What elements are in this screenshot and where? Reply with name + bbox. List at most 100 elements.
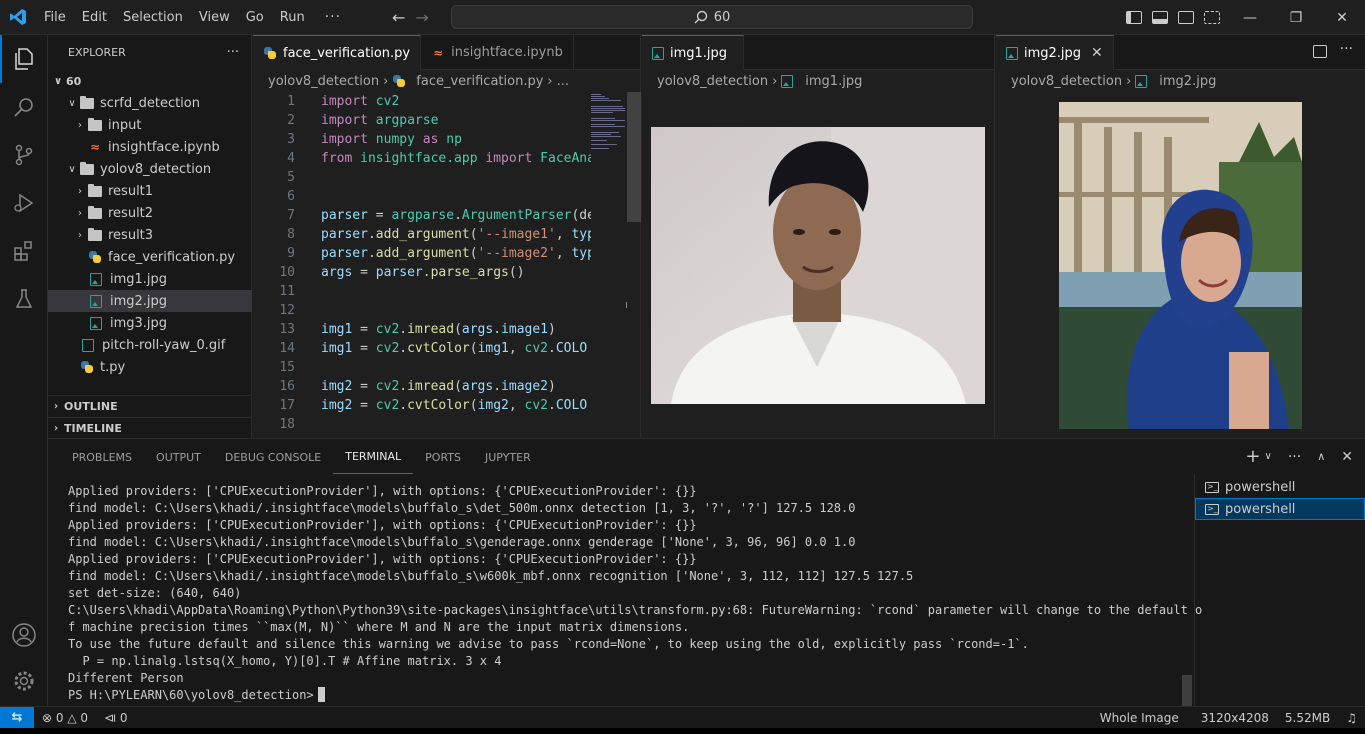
- customize-layout-icon[interactable]: [1204, 11, 1220, 24]
- tab-ports[interactable]: PORTS: [413, 439, 473, 474]
- tab-problems[interactable]: PROBLEMS: [60, 439, 144, 474]
- code-line[interactable]: 5: [253, 168, 640, 187]
- editor-vertical-scrollbar[interactable]: [627, 92, 641, 222]
- tree-file-img2[interactable]: img2.jpg: [48, 290, 252, 312]
- image-dimensions-status[interactable]: 3120x4208: [1193, 711, 1277, 725]
- toggle-primary-sidebar-icon[interactable]: [1126, 11, 1142, 24]
- testing-flask-icon[interactable]: [0, 275, 48, 323]
- code-line[interactable]: 14 img1 = cv2.cvtColor(img1, cv2.COLO: [253, 339, 640, 358]
- maximize-panel-icon[interactable]: ∧: [1317, 450, 1325, 463]
- tab-face-verification[interactable]: face_verification.py: [253, 35, 422, 70]
- tree-folder-result1[interactable]: › result1: [48, 180, 252, 202]
- tree-folder-result3[interactable]: › result3: [48, 224, 252, 246]
- menu-edit[interactable]: Edit: [74, 0, 115, 35]
- terminal-scrollbar[interactable]: [1182, 675, 1192, 707]
- minimap[interactable]: [591, 92, 627, 438]
- tree-root-folder[interactable]: ∨ 60: [48, 70, 252, 92]
- tab-terminal[interactable]: TERMINAL: [333, 439, 414, 474]
- minimize-icon[interactable]: —: [1227, 0, 1273, 35]
- extensions-icon[interactable]: [0, 227, 48, 275]
- forward-arrow-icon[interactable]: →: [415, 8, 428, 27]
- breadcrumb-more[interactable]: ...: [557, 74, 569, 89]
- tree-folder-yolov8[interactable]: ∨ yolov8_detection: [48, 158, 252, 180]
- menu-more-button[interactable]: ···: [313, 0, 353, 35]
- code-editor[interactable]: 1 import cv2 2 import argparse 3 import numpy…: [253, 92, 640, 438]
- code-line[interactable]: 15: [253, 358, 640, 377]
- close-window-icon[interactable]: ✕: [1319, 0, 1365, 35]
- run-debug-icon[interactable]: [0, 179, 48, 227]
- terminal-output[interactable]: Applied providers: ['CPUExecutionProvide…: [68, 483, 1202, 704]
- tree-file-t-py[interactable]: t.py: [48, 356, 252, 378]
- explorer-more-button[interactable]: ···: [227, 45, 239, 60]
- close-tab-icon[interactable]: ✕: [1091, 45, 1103, 61]
- breadcrumb-file[interactable]: img1.jpg: [805, 74, 862, 89]
- toggle-secondary-sidebar-icon[interactable]: [1178, 11, 1194, 24]
- code-line[interactable]: 18: [253, 415, 640, 434]
- terminal-instance-2[interactable]: >_ powershell: [1195, 498, 1365, 520]
- tree-file-insightface-ipynb[interactable]: ≈ insightface.ipynb: [48, 136, 252, 158]
- code-line[interactable]: 10 args = parser.parse_args(): [253, 263, 640, 282]
- tab-insightface-ipynb[interactable]: ≈ insightface.ipynb: [421, 35, 574, 70]
- terminal-instance-1[interactable]: >_ powershell: [1195, 476, 1365, 498]
- code-line[interactable]: 13 img1 = cv2.imread(args.image1): [253, 320, 640, 339]
- code-line[interactable]: 8 parser.add_argument('--image1', typ: [253, 225, 640, 244]
- code-line[interactable]: 7 parser = argparse.ArgumentParser(de: [253, 206, 640, 225]
- code-line[interactable]: 9 parser.add_argument('--image2', typ: [253, 244, 640, 263]
- split-editor-icon[interactable]: [1313, 45, 1327, 58]
- image-size-status[interactable]: 5.52MB: [1277, 711, 1338, 725]
- tree-folder-input[interactable]: › input: [48, 114, 252, 136]
- explorer-icon[interactable]: [0, 35, 48, 83]
- breadcrumb-file[interactable]: img2.jpg: [1159, 74, 1216, 89]
- settings-gear-icon[interactable]: [0, 657, 48, 705]
- tree-folder-result2[interactable]: › result2: [48, 202, 252, 224]
- image-preview-woman[interactable]: [1059, 102, 1302, 429]
- tree-file-gif[interactable]: pitch-roll-yaw_0.gif: [48, 334, 252, 356]
- notifications-bell-icon[interactable]: ♫: [1338, 711, 1365, 725]
- account-icon[interactable]: [0, 611, 48, 659]
- more-actions-icon[interactable]: ···: [1340, 41, 1353, 57]
- tree-file-img3[interactable]: img3.jpg: [48, 312, 252, 334]
- code-line[interactable]: 16 img2 = cv2.imread(args.image2): [253, 377, 640, 396]
- tree-file-face-verification[interactable]: face_verification.py: [48, 246, 252, 268]
- timeline-section[interactable]: › TIMELINE: [48, 417, 252, 439]
- code-line[interactable]: 1 import cv2: [253, 92, 640, 111]
- code-line[interactable]: 12: [253, 301, 640, 320]
- tab-output[interactable]: OUTPUT: [144, 439, 213, 474]
- remote-indicator-icon[interactable]: ⇆: [0, 706, 34, 729]
- chevron-down-icon[interactable]: ∨: [1265, 451, 1272, 462]
- code-line[interactable]: 17 img2 = cv2.cvtColor(img2, cv2.COLO: [253, 396, 640, 415]
- code-line[interactable]: 11: [253, 282, 640, 301]
- tab-img1[interactable]: img1.jpg: [642, 35, 745, 70]
- source-control-icon[interactable]: [0, 131, 48, 179]
- tab-img2[interactable]: img2.jpg ✕: [996, 35, 1114, 70]
- search-icon[interactable]: [0, 83, 48, 131]
- code-line[interactable]: 6: [253, 187, 640, 206]
- image-mode-status[interactable]: Whole Image: [1092, 711, 1193, 725]
- code-line[interactable]: 4 from insightface.app import FaceAna: [253, 149, 640, 168]
- menu-view[interactable]: View: [191, 0, 238, 35]
- back-arrow-icon[interactable]: ←: [392, 8, 405, 27]
- image-preview-man[interactable]: [651, 127, 985, 404]
- tab-debug-console[interactable]: DEBUG CONSOLE: [213, 439, 333, 474]
- tree-file-img1[interactable]: img1.jpg: [48, 268, 252, 290]
- code-line[interactable]: 3 import numpy as np: [253, 130, 640, 149]
- menu-selection[interactable]: Selection: [115, 0, 191, 35]
- breadcrumb-file[interactable]: face_verification.py: [416, 74, 543, 89]
- outline-section[interactable]: › OUTLINE: [48, 395, 252, 417]
- command-center-search[interactable]: 60: [451, 5, 973, 29]
- tab-jupyter[interactable]: JUPYTER: [473, 439, 543, 474]
- more-actions-icon[interactable]: ···: [1288, 449, 1301, 465]
- terminal-prompt-line[interactable]: PS H:\PYLEARN\60\yolov8_detection>: [68, 687, 1178, 704]
- menu-run[interactable]: Run: [272, 0, 313, 35]
- code-line[interactable]: 2 import argparse: [253, 111, 640, 130]
- breadcrumb-folder[interactable]: yolov8_detection: [268, 74, 379, 89]
- tree-folder-scrfd[interactable]: ∨ scrfd_detection: [48, 92, 252, 114]
- ports-status[interactable]: ⧏ 0: [96, 711, 135, 725]
- menu-file[interactable]: File: [36, 0, 74, 35]
- toggle-panel-icon[interactable]: [1152, 11, 1168, 24]
- breadcrumb-folder[interactable]: yolov8_detection: [1011, 74, 1122, 89]
- new-terminal-icon[interactable]: +: [1245, 446, 1260, 467]
- menu-go[interactable]: Go: [238, 0, 272, 35]
- close-panel-icon[interactable]: ✕: [1341, 449, 1353, 465]
- restore-icon[interactable]: ❐: [1273, 0, 1319, 35]
